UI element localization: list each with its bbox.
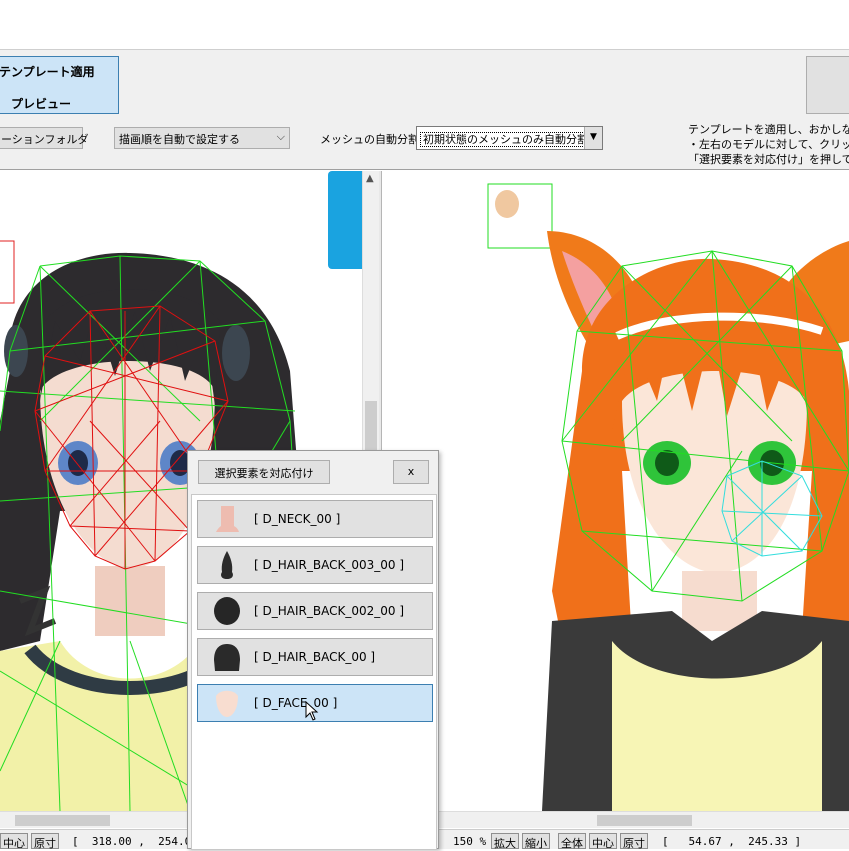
hair-round-thumbnail-icon <box>214 597 240 625</box>
left-actual-size-button[interactable]: 原寸 <box>31 833 59 850</box>
list-item[interactable]: [ D_HAIR_BACK_003_00 ] <box>197 546 433 584</box>
part-list[interactable]: [ D_NECK_00 ] [ D_HAIR_BACK_003_00 ] [ D… <box>191 494 437 850</box>
neck-shape <box>95 566 165 636</box>
close-button[interactable]: x <box>393 460 429 484</box>
list-item[interactable]: [ D_NECK_00 ] <box>197 500 433 538</box>
help-text: テンプレートを適用し、おかしな部分 ・左右のモデルに対して、クリックから 「選択… <box>688 122 849 167</box>
mesh-split-select-value: 初期状態のメッシュのみ自動分割 <box>420 132 591 147</box>
part-label: [ D_HAIR_BACK_003_00 ] <box>254 558 404 572</box>
preview-label: プレビュー <box>11 97 72 111</box>
window-top-area <box>0 0 849 50</box>
hair-back-thumbnail-icon <box>214 644 240 671</box>
right-center-button[interactable]: 中心 <box>589 833 617 850</box>
banner-graphic <box>328 171 362 269</box>
left-pupil <box>655 450 679 476</box>
help-line: ・左右のモデルに対して、クリックから <box>688 138 849 151</box>
toolbar: テンプレート適用 プレビュー ーションフォルダ 描画順を自動で設定する ⌵ メッ… <box>0 50 849 170</box>
map-selected-elements-button[interactable]: 選択要素を対応付け <box>198 460 330 484</box>
mesh-split-select[interactable]: 初期状態のメッシュのみ自動分割 ▼ <box>416 126 603 150</box>
list-item[interactable]: [ D_HAIR_BACK_00 ] <box>197 638 433 676</box>
apply-template-label: テンプレート適用 <box>0 65 95 79</box>
part-thumbnail <box>495 190 519 218</box>
help-line: テンプレートを適用し、おかしな部分 <box>688 123 849 136</box>
selection-thumbnail-box <box>0 240 15 304</box>
left-coords-readout: [ 318.00 , 254.00 <box>72 835 198 848</box>
part-label: [ D_HAIR_BACK_002_00 ] <box>254 604 404 618</box>
left-center-button[interactable]: 中心 <box>0 833 28 850</box>
zoom-level: 150 % <box>453 835 487 848</box>
zoom-out-button[interactable]: 縮小 <box>522 833 550 850</box>
scroll-thumb[interactable] <box>597 815 692 826</box>
scroll-thumb[interactable] <box>15 815 110 826</box>
hair-strand-thumbnail-icon <box>221 551 233 579</box>
right-coords-readout: [ 54.67 , 245.33 ] <box>662 835 802 848</box>
list-item[interactable]: [ D_HAIR_BACK_002_00 ] <box>197 592 433 630</box>
dropdown-arrow-icon[interactable]: ▼ <box>584 127 602 149</box>
right-model-canvas[interactable] <box>382 171 849 811</box>
draw-order-select[interactable]: 描画順を自動で設定する ⌵ <box>114 127 290 149</box>
part-label: [ D_NECK_00 ] <box>254 512 341 526</box>
headphone-right <box>222 325 250 381</box>
right-actual-size-button[interactable]: 原寸 <box>620 833 648 850</box>
part-mapping-dialog: 選択要素を対応付け x [ D_NECK_00 ] [ D_HAIR_BACK_… <box>187 450 439 850</box>
part-label: [ D_FACE_00 ] <box>254 696 338 710</box>
right-model-illustration <box>487 183 849 811</box>
face-thumbnail-icon <box>216 690 238 717</box>
part-thumbnail-box <box>487 183 553 249</box>
left-pupil <box>68 450 88 476</box>
mouse-cursor-icon <box>305 701 319 721</box>
draw-order-select-value: 描画順を自動で設定する <box>119 133 240 146</box>
zoom-in-button[interactable]: 拡大 <box>491 833 519 850</box>
right-horizontal-scrollbar[interactable] <box>382 811 849 828</box>
fit-all-button[interactable]: 全体 <box>558 833 586 850</box>
right-action-button[interactable] <box>806 56 849 114</box>
scroll-up-icon[interactable]: ▲ <box>366 173 374 184</box>
part-label: [ D_HAIR_BACK_00 ] <box>254 650 376 664</box>
animation-folder-button[interactable]: ーションフォルダ <box>0 127 88 149</box>
chevron-down-icon: ⌵ <box>276 130 285 143</box>
help-line: 「選択要素を対応付け」を押して下 <box>688 153 849 166</box>
mesh-split-label: メッシュの自動分割 <box>320 133 419 146</box>
neck-thumbnail-icon <box>216 506 239 532</box>
apply-template-preview-button[interactable]: テンプレート適用 プレビュー <box>0 56 119 114</box>
